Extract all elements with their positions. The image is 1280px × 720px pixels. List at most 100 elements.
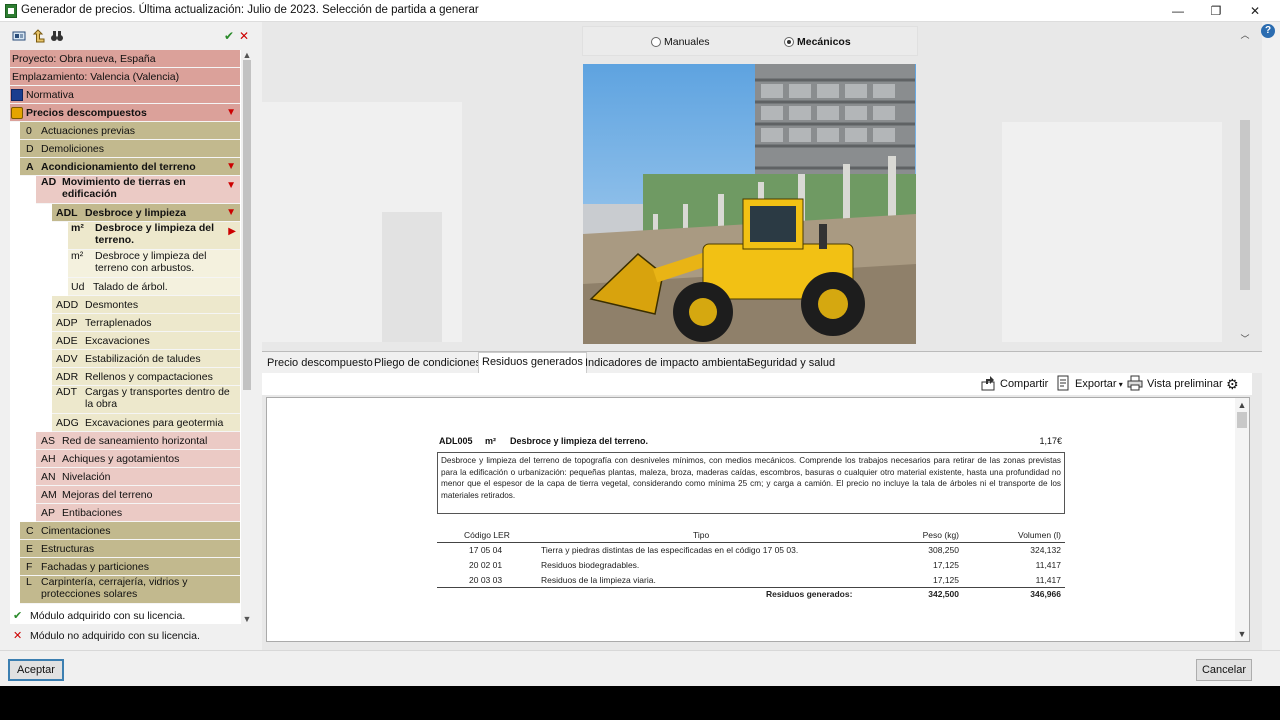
preview-label: Vista preliminar bbox=[1147, 378, 1223, 390]
category-tree: Proyecto: Obra nueva, España Emplazamien… bbox=[10, 50, 241, 624]
export-button[interactable]: Exportar ▾ bbox=[1055, 375, 1123, 393]
tree-item[interactable]: AN Nivelación bbox=[36, 468, 240, 486]
legend-not-acquired: ✕ Módulo no adquirido con su licencia. bbox=[10, 626, 250, 646]
scroll-down-icon[interactable]: ▼ bbox=[1235, 629, 1249, 639]
tree-location-label: Emplazamiento: Valencia (Valencia) bbox=[12, 71, 180, 83]
tree-location[interactable]: Emplazamiento: Valencia (Valencia) bbox=[10, 68, 240, 86]
tree-item[interactable]: ADL Desbroce y limpieza ▼ bbox=[52, 204, 240, 222]
radio-mecanicos[interactable]: Mecánicos bbox=[784, 36, 851, 50]
tree-item-label: Terraplenados bbox=[85, 317, 152, 329]
tree-item[interactable]: m² Desbroce y limpieza del terreno con a… bbox=[68, 250, 240, 278]
help-icon[interactable]: ? bbox=[1261, 24, 1275, 38]
tree-item-code: ADG bbox=[56, 417, 79, 429]
tree-item[interactable]: ADP Terraplenados bbox=[52, 314, 240, 332]
collapse-icon[interactable]: ▼ bbox=[226, 104, 236, 121]
card-icon[interactable] bbox=[12, 29, 26, 43]
scroll-thumb[interactable] bbox=[1237, 412, 1247, 428]
item-title: Desbroce y limpieza del terreno. bbox=[510, 436, 649, 446]
tree-item-label: Rellenos y compactaciones bbox=[85, 371, 213, 383]
app-icon bbox=[5, 4, 17, 18]
collapse-icon[interactable]: ▼ bbox=[226, 180, 236, 192]
tab-seguridad-salud[interactable]: Seguridad y salud bbox=[744, 354, 838, 373]
window-title: Generador de precios. Última actualizaci… bbox=[21, 4, 479, 16]
scroll-up-icon[interactable]: ▲ bbox=[241, 50, 253, 60]
tree-item[interactable]: F Fachadas y particiones bbox=[20, 558, 240, 576]
main-window: Generador de precios. Última actualizaci… bbox=[0, 0, 1280, 686]
tree-item[interactable]: Ud Talado de árbol. bbox=[68, 278, 240, 296]
tree-precios-label: Precios descompuestos bbox=[26, 107, 147, 119]
cancel-button[interactable]: Cancelar bbox=[1196, 659, 1252, 681]
tree-item[interactable]: C Cimentaciones bbox=[20, 522, 240, 540]
tree-precios-descompuestos[interactable]: Precios descompuestos ▼ bbox=[10, 104, 240, 122]
tree-item-label: Nivelación bbox=[62, 471, 111, 483]
play-icon[interactable]: ▶ bbox=[228, 226, 236, 238]
scroll-up-icon[interactable]: ▲ bbox=[1235, 400, 1249, 410]
scroll-thumb[interactable] bbox=[1240, 120, 1250, 290]
tab-bar: Precio descompuesto Pliego de condicione… bbox=[262, 351, 1262, 373]
scroll-thumb[interactable] bbox=[243, 60, 251, 390]
table-rule bbox=[437, 587, 1065, 588]
tree-item[interactable]: AM Mejoras del terreno bbox=[36, 486, 240, 504]
col-header-tipo: Tipo bbox=[693, 530, 710, 540]
tree-item[interactable]: D Demoliciones bbox=[20, 140, 240, 158]
tab-impacto-ambiental[interactable]: Indicadores de impacto ambiental bbox=[582, 354, 752, 373]
item-description: Desbroce y limpieza del terreno de topog… bbox=[437, 452, 1065, 514]
up-level-icon[interactable] bbox=[31, 29, 45, 43]
dialog-buttons: Aceptar Cancelar bbox=[0, 650, 1280, 686]
radio-manuales[interactable]: Manuales bbox=[651, 36, 710, 50]
upper-scrollbar[interactable]: ︿ ﹀ bbox=[1238, 22, 1252, 350]
method-selector: Manuales Mecánicos bbox=[582, 26, 918, 56]
tree-item-label: Mejoras del terreno bbox=[62, 489, 153, 501]
tree-item[interactable]: ADE Excavaciones bbox=[52, 332, 240, 350]
tree-item[interactable]: ADT Cargas y transportes dentro de la ob… bbox=[52, 386, 240, 414]
scroll-down-icon[interactable]: ﹀ bbox=[1238, 332, 1252, 345]
printer-icon bbox=[1127, 375, 1143, 391]
cell-volumen: 11,417 bbox=[1035, 560, 1061, 570]
tree-item[interactable]: E Estructuras bbox=[20, 540, 240, 558]
maximize-button[interactable]: ❐ bbox=[1197, 0, 1235, 22]
tree-item[interactable]: ADV Estabilización de taludes bbox=[52, 350, 240, 368]
tree-item-code: ADP bbox=[56, 317, 78, 329]
tree-item[interactable]: ADR Rellenos y compactaciones bbox=[52, 368, 240, 386]
collapse-icon[interactable]: ▼ bbox=[226, 204, 236, 221]
cross-icon[interactable]: ✕ bbox=[237, 29, 251, 43]
check-icon[interactable]: ✔ bbox=[222, 29, 236, 43]
share-button[interactable]: Compartir bbox=[980, 375, 1048, 393]
tree-item[interactable]: AH Achiques y agotamientos bbox=[36, 450, 240, 468]
tree-item-selected[interactable]: m² Desbroce y limpieza del terreno. ▶ bbox=[68, 222, 240, 250]
accept-button[interactable]: Aceptar bbox=[8, 659, 64, 681]
tree-item-label: Carpintería, cerrajería, vidrios y prote… bbox=[41, 576, 188, 600]
preview-button[interactable]: Vista preliminar bbox=[1127, 375, 1223, 393]
report-page: ADL005 m² Desbroce y limpieza del terren… bbox=[267, 398, 1235, 641]
collapse-icon[interactable]: ▼ bbox=[226, 158, 236, 175]
binoculars-icon[interactable] bbox=[50, 29, 64, 43]
tree-item-code: ADT bbox=[56, 386, 77, 398]
tree-scrollbar[interactable]: ▲ ▼ bbox=[241, 50, 253, 624]
tree-item[interactable]: ADD Desmontes bbox=[52, 296, 240, 314]
settings-gear-icon[interactable]: ⚙ bbox=[1226, 375, 1239, 393]
radio-manuales-label: Manuales bbox=[664, 36, 710, 48]
tree-item-label: Desmontes bbox=[85, 299, 139, 311]
scroll-up-icon[interactable]: ︿ bbox=[1238, 28, 1252, 41]
tree-project[interactable]: Proyecto: Obra nueva, España bbox=[10, 50, 240, 68]
tab-precio-descompuesto[interactable]: Precio descompuesto bbox=[264, 354, 376, 373]
tab-pliego-condiciones[interactable]: Pliego de condiciones bbox=[371, 354, 484, 373]
check-icon: ✔ bbox=[13, 610, 23, 622]
tree-item[interactable]: AP Entibaciones bbox=[36, 504, 240, 522]
tree-item[interactable]: A Acondicionamiento del terreno ▼ bbox=[20, 158, 240, 176]
tab-residuos-generados[interactable]: Residuos generados bbox=[478, 352, 587, 373]
report-scrollbar[interactable]: ▲ ▼ bbox=[1235, 398, 1249, 641]
tree-item[interactable]: L Carpintería, cerrajería, vidrios y pro… bbox=[20, 576, 240, 604]
tree-item-label: Movimiento de tierras en edificación bbox=[62, 176, 186, 200]
tree-item-code: ADR bbox=[56, 371, 79, 383]
tree-normativa[interactable]: Normativa bbox=[10, 86, 240, 104]
tree-item[interactable]: ADG Excavaciones para geotermia bbox=[52, 414, 240, 432]
tree-normativa-label: Normativa bbox=[26, 89, 74, 101]
radio-dot bbox=[784, 37, 794, 47]
close-button[interactable]: ✕ bbox=[1236, 0, 1274, 22]
tree-item[interactable]: AS Red de saneamiento horizontal bbox=[36, 432, 240, 450]
minimize-button[interactable]: — bbox=[1159, 0, 1197, 22]
tree-item[interactable]: 0 Actuaciones previas bbox=[20, 122, 240, 140]
tree-item[interactable]: AD Movimiento de tierras en edificación … bbox=[36, 176, 240, 204]
table-rule bbox=[437, 542, 1065, 543]
